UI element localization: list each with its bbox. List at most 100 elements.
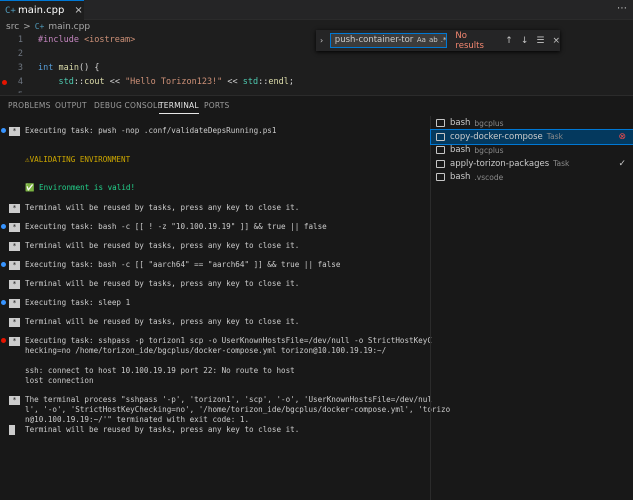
previous-match-icon[interactable]: ↑ xyxy=(505,36,513,46)
task-name: bash xyxy=(450,145,471,155)
terminal-line: * Executing task: pwsh -nop .conf/validat… xyxy=(9,126,277,136)
bottom-panel: PROBLEMS OUTPUT DEBUG CONSOLE TERMINAL P… xyxy=(0,95,633,500)
find-input[interactable]: push-container-torizon-de Aa ab .* xyxy=(329,33,448,48)
terminal-line: * Executing task: sshpass -p torizon1 scp… xyxy=(9,336,432,346)
task-description: Task xyxy=(553,159,570,168)
task-marker-icon: * xyxy=(9,241,20,251)
toggle-replace-icon[interactable]: › xyxy=(320,36,330,45)
tab-label: main.cpp xyxy=(18,5,65,16)
terminal-line-text: The terminal process "sshpass '-p', 'tor… xyxy=(25,395,432,404)
line-number: 5 xyxy=(9,89,23,93)
command-decoration-icon[interactable] xyxy=(1,224,6,229)
tab-main-cpp[interactable]: C+ main.cpp × xyxy=(0,0,84,20)
next-match-icon[interactable]: ↓ xyxy=(521,36,529,46)
terminal-line: ssh: connect to host 10.100.19.19 port 2… xyxy=(25,366,295,376)
terminal-output[interactable]: * Executing task: pwsh -nop .conf/validat… xyxy=(0,116,450,500)
terminal-line: * Executing task: bash -c [[ "aarch64" ==… xyxy=(9,260,341,270)
terminal-line-text: l', '-o', 'StrictHostKeyChecking=no', '/… xyxy=(25,405,451,414)
code-token: std xyxy=(242,77,259,87)
code-token: int xyxy=(38,63,59,73)
terminal-task-item[interactable]: bash bgcplus xyxy=(431,116,633,130)
terminal-task-item[interactable]: bash bgcplus xyxy=(431,143,633,157)
code-text: std::cout << "Hello Torizon123!" << std:… xyxy=(38,75,294,89)
task-name: apply-torizon-packages xyxy=(450,158,550,169)
command-decoration-icon[interactable] xyxy=(1,338,6,343)
terminal-line-text: ✅ Environment is valid! xyxy=(25,183,136,192)
task-name: bash xyxy=(450,118,471,128)
terminal-task-list: bash bgcplus copy-docker-compose Task ⊗ bash b… xyxy=(430,116,633,500)
terminal-line-text: Terminal will be reused by tasks, press … xyxy=(25,241,300,250)
code-text: int main() { xyxy=(38,61,99,75)
terminal-icon xyxy=(436,159,445,168)
close-icon[interactable]: × xyxy=(552,36,560,46)
terminal-line: * Executing task: bash -c [[ ! -z "10.100… xyxy=(9,222,327,232)
code-token: cout xyxy=(84,77,105,87)
task-marker-icon: * xyxy=(9,336,20,346)
task-name: bash xyxy=(450,172,471,182)
tab-problems[interactable]: PROBLEMS xyxy=(8,101,51,110)
code-token: #include xyxy=(38,35,85,45)
task-description: bgcplus xyxy=(474,118,504,128)
more-actions-icon[interactable]: ⋯ xyxy=(617,3,627,14)
terminal-line: ⚠VALIDATING ENVIRONMENT xyxy=(25,155,130,165)
code-token: :: xyxy=(73,77,85,87)
editor-actions: ⋯ xyxy=(617,3,627,14)
command-decoration-icon[interactable] xyxy=(1,262,6,267)
terminal-icon xyxy=(436,173,445,181)
terminal-icon xyxy=(436,146,445,154)
code-text: #include <iostream> xyxy=(38,33,135,47)
tab-ports[interactable]: PORTS xyxy=(204,101,229,110)
tab-terminal[interactable]: TERMINAL xyxy=(159,101,199,114)
terminal-line: hecking=no /home/torizon_ide/bgcplus/doc… xyxy=(25,346,386,356)
terminal-line: lost connection xyxy=(25,376,94,386)
task-marker-icon: * xyxy=(9,279,20,289)
code-token: <iostream> xyxy=(84,35,136,45)
regex-icon[interactable]: .* xyxy=(441,34,447,47)
close-icon[interactable]: × xyxy=(74,5,82,16)
command-decoration-icon[interactable] xyxy=(1,128,6,133)
cpp-file-icon: C+ xyxy=(5,5,16,16)
code-line[interactable]: 3 int main() { xyxy=(0,61,633,75)
terminal-line-text: n@10.100.19.19:~/'" terminated with exit… xyxy=(25,415,250,424)
chevron-right-icon: > xyxy=(23,21,31,32)
terminal-task-item[interactable]: apply-torizon-packages Task ✓ xyxy=(431,157,633,171)
terminal-line-text: Executing task: bash -c [[ "aarch64" == … xyxy=(25,260,341,269)
code-token: endl xyxy=(268,77,289,87)
terminal-task-item[interactable]: bash .vscode xyxy=(431,170,633,184)
tab-output[interactable]: OUTPUT xyxy=(55,101,87,110)
task-marker-icon: * xyxy=(9,260,20,270)
find-in-selection-icon[interactable]: ☰ xyxy=(536,36,544,46)
terminal-line-text: ssh: connect to host 10.100.19.19 port 2… xyxy=(25,366,295,375)
terminal-line-text: hecking=no /home/torizon_ide/bgcplus/doc… xyxy=(25,346,387,355)
breadcrumb-folder[interactable]: src xyxy=(6,22,19,32)
terminal-line-text: lost connection xyxy=(25,376,94,385)
breakpoint-icon[interactable] xyxy=(2,80,7,85)
whole-word-icon[interactable]: ab xyxy=(429,34,438,47)
command-decoration-icon[interactable] xyxy=(1,300,6,305)
editor-tab-bar: C+ main.cpp × ⋯ xyxy=(0,0,633,20)
code-token: main xyxy=(58,63,79,73)
terminal-line-text: Terminal will be reused by tasks, press … xyxy=(25,203,300,212)
code-token: std xyxy=(58,77,74,87)
line-number: 2 xyxy=(17,49,23,59)
terminal-task-item[interactable]: copy-docker-compose Task ⊗ xyxy=(430,128,633,145)
terminal-line: * Terminal will be reused by tasks, press… xyxy=(9,241,300,251)
breadcrumb-file[interactable]: main.cpp xyxy=(48,22,90,32)
terminal-line: ✅ Environment is valid! xyxy=(25,183,135,193)
terminal-line: Terminal will be reused by tasks, press … xyxy=(25,425,299,435)
task-marker-icon: * xyxy=(9,203,20,213)
terminal-line-text: Executing task: pwsh -nop .conf/validate… xyxy=(25,126,277,135)
line-number: 1 xyxy=(17,35,23,45)
find-widget: › push-container-torizon-de Aa ab .* No … xyxy=(316,30,560,51)
task-name: copy-docker-compose xyxy=(450,131,543,142)
code-line[interactable]: 4 std::cout << "Hello Torizon123!" << st… xyxy=(0,75,633,89)
code-token: () { xyxy=(78,63,100,73)
match-case-icon[interactable]: Aa xyxy=(417,34,426,47)
tab-debug-console[interactable]: DEBUG CONSOLE xyxy=(94,101,162,110)
task-marker-icon: * xyxy=(9,298,20,308)
panel-tabs: PROBLEMS OUTPUT DEBUG CONSOLE TERMINAL P… xyxy=(0,96,633,116)
code-line[interactable]: 5 xyxy=(0,89,633,93)
terminal-cursor xyxy=(9,425,15,435)
code-token: << xyxy=(222,77,243,87)
terminal-line: * Terminal will be reused by tasks, press… xyxy=(9,317,299,327)
